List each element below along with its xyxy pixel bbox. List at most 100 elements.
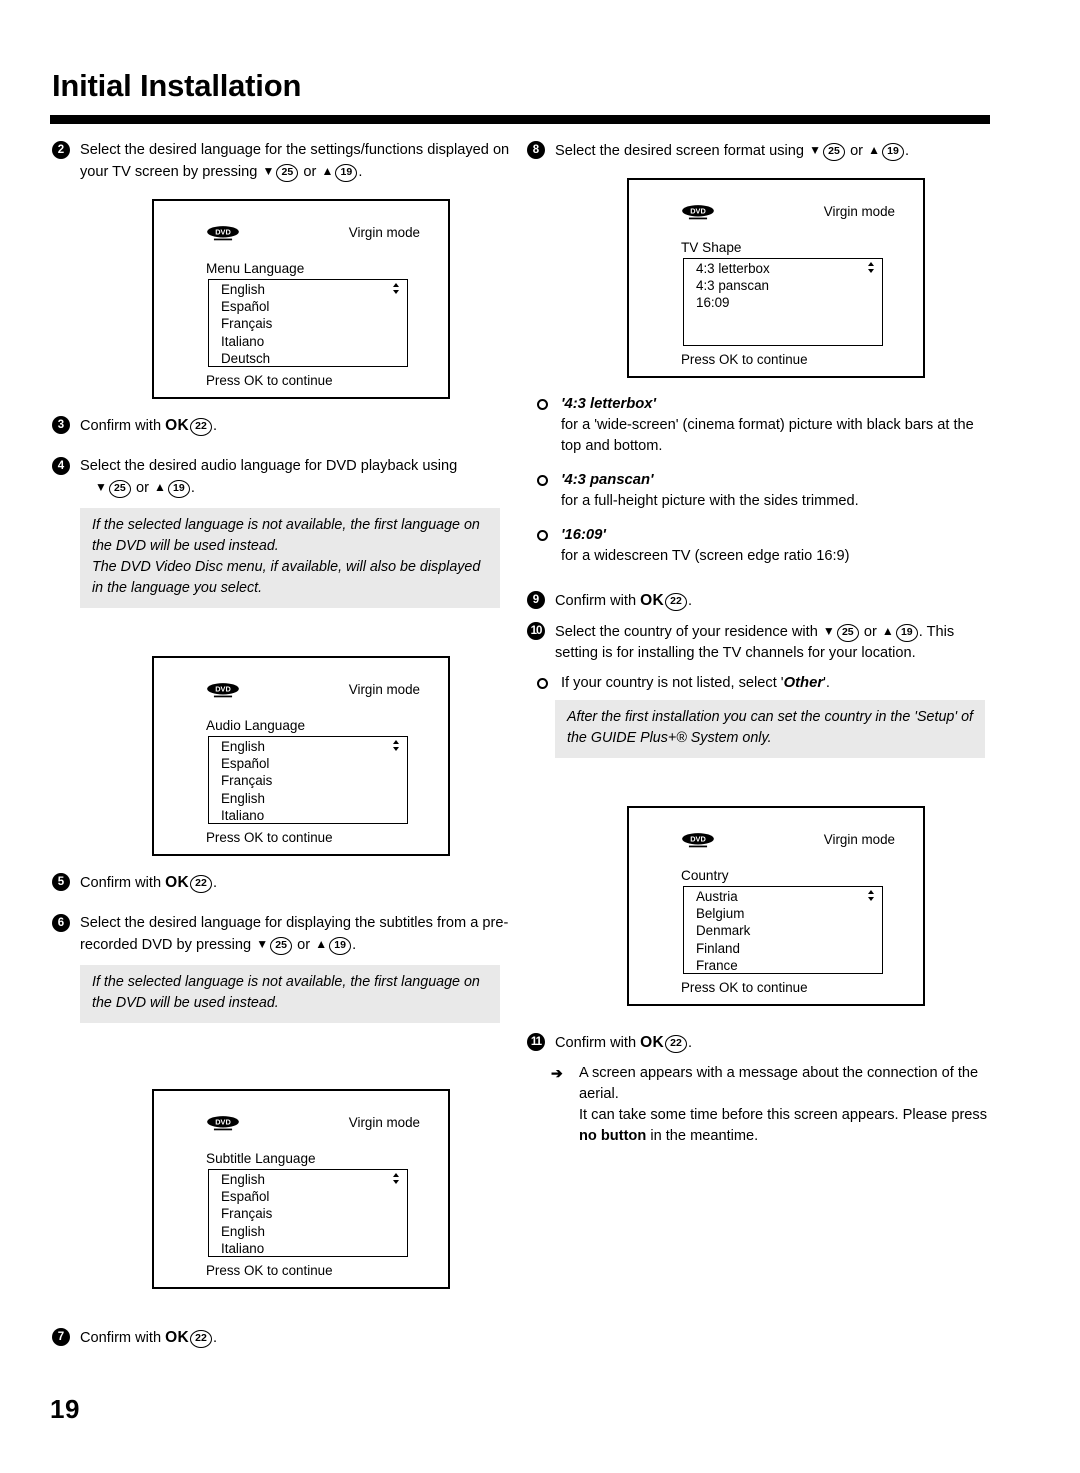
list-item[interactable]: Français	[209, 1205, 407, 1222]
list-item[interactable]: Italiano	[209, 807, 407, 824]
key-number-19: 19	[335, 164, 358, 182]
arrow-up-icon: ▲	[868, 143, 880, 157]
arrow-up-icon: ▲	[321, 164, 334, 178]
tv-option-list[interactable]: 4:3 letterbox 4:3 panscan 16:09	[683, 258, 883, 346]
scroll-indicator-icon[interactable]	[393, 740, 400, 754]
tv-setting-label: Menu Language	[206, 261, 305, 276]
left-column: 2 Select the desired language for the se…	[52, 140, 522, 1358]
list-item[interactable]: 4:3 letterbox	[684, 260, 882, 277]
step-8-text: Select the desired screen format using	[555, 143, 805, 159]
step-10-text: Select the country of your residence wit…	[555, 624, 818, 640]
sentence-period: .	[213, 875, 218, 891]
note-line: If the selected language is not availabl…	[92, 974, 480, 1011]
list-item[interactable]: Français	[209, 772, 407, 789]
key-number-22: 22	[665, 1035, 688, 1053]
step-number-badge: 3	[52, 416, 70, 434]
dvd-logo-icon: DVD	[206, 1115, 240, 1132]
list-item[interactable]: Austria	[684, 888, 882, 905]
title-rule	[50, 115, 990, 124]
tv-option-list[interactable]: Austria Belgium Denmark Finland France	[683, 886, 883, 974]
right-column: 8 Select the desired screen format using…	[527, 140, 997, 1147]
tv-mode-label: Virgin mode	[823, 832, 895, 847]
list-item[interactable]: Español	[209, 1188, 407, 1205]
list-item[interactable]: France	[684, 957, 882, 974]
tv-footer-text: Press OK to continue	[681, 352, 808, 367]
step-7-text: Confirm with	[80, 1330, 162, 1346]
note-line: After the first installation you can set…	[567, 709, 973, 746]
list-item[interactable]: English	[209, 1223, 407, 1240]
step-4: 4 Select the desired audio language for …	[52, 456, 522, 499]
dvd-logo-icon: DVD	[206, 225, 240, 242]
tv-setting-label: Country	[681, 868, 729, 883]
list-item[interactable]: English	[209, 790, 407, 807]
scroll-indicator-icon[interactable]	[393, 283, 400, 297]
tv-screen-header: DVD Virgin mode	[154, 225, 448, 245]
list-item[interactable]: Belgium	[684, 905, 882, 922]
step-number-badge: 6	[52, 914, 70, 932]
bullet-ring-icon	[537, 399, 548, 410]
list-item[interactable]: Italiano	[209, 333, 407, 350]
note-block-step-10: After the first installation you can set…	[555, 700, 985, 758]
tv-option-list[interactable]: English Español Français Italiano Deutsc…	[208, 279, 408, 367]
key-number-19: 19	[882, 143, 904, 161]
arrow-down-icon: ▼	[809, 143, 821, 157]
list-item[interactable]: Finland	[684, 940, 882, 957]
country-other-bullet: If your country is not listed, select 'O…	[527, 673, 997, 694]
sentence-period: .	[905, 143, 910, 159]
arrow-down-icon: ▼	[95, 480, 107, 494]
step-11-text: Confirm with	[555, 1035, 637, 1051]
step-number-badge: 2	[52, 141, 70, 159]
scroll-indicator-icon[interactable]	[393, 1173, 400, 1187]
tv-option-list[interactable]: English Español Français English Italian…	[208, 736, 408, 824]
ok-key-label: OK	[640, 1034, 665, 1051]
tv-option-list[interactable]: English Español Français English Italian…	[208, 1169, 408, 1257]
svg-text:DVD: DVD	[690, 835, 706, 844]
format-bullet-panscan: '4:3 panscan' for a full-height picture …	[527, 470, 997, 512]
scroll-indicator-icon[interactable]	[868, 262, 875, 276]
key-number-25: 25	[270, 937, 293, 955]
step-5: 5 Confirm with OK 22.	[52, 872, 522, 894]
tv-footer-text: Press OK to continue	[206, 1263, 333, 1278]
key-number-19: 19	[329, 937, 352, 955]
list-item[interactable]: 16:09	[684, 294, 882, 311]
ok-key-label: OK	[165, 417, 190, 434]
key-number-22: 22	[665, 593, 688, 611]
step-number-badge: 8	[527, 141, 545, 159]
list-item[interactable]: Español	[209, 755, 407, 772]
list-item[interactable]: English	[209, 738, 407, 755]
sentence-period: .	[688, 593, 693, 609]
svg-text:DVD: DVD	[215, 685, 231, 694]
step-8: 8 Select the desired screen format using…	[527, 140, 997, 162]
step-5-text: Confirm with	[80, 875, 162, 891]
arrow-up-icon: ▲	[881, 624, 894, 638]
step-4-text: Select the desired audio language for DV…	[80, 458, 458, 474]
list-item[interactable]: Deutsch	[209, 350, 407, 367]
list-item[interactable]: 4:3 panscan	[684, 277, 882, 294]
list-item[interactable]: Français	[209, 315, 407, 332]
bullet-title: '16:09'	[561, 527, 606, 543]
result-line-1: A screen appears with a message about th…	[579, 1065, 979, 1102]
list-item[interactable]: Español	[209, 298, 407, 315]
bullet-description: for a widescreen TV (screen edge ratio 1…	[561, 548, 850, 564]
sentence-period: .	[358, 164, 363, 180]
bullet-title: '4:3 panscan'	[561, 472, 654, 488]
tv-screen-header: DVD Virgin mode	[629, 204, 923, 224]
page-title: Initial Installation	[52, 68, 302, 103]
list-item[interactable]: English	[209, 281, 407, 298]
bullet-ring-icon	[537, 475, 548, 486]
tv-screen-tv-shape: DVD Virgin mode TV Shape 4:3 letterbox 4…	[627, 178, 925, 378]
step-number-badge: 10	[527, 622, 545, 640]
list-item[interactable]: Denmark	[684, 922, 882, 939]
sentence-period: .	[352, 937, 357, 953]
list-item[interactable]: Italiano	[209, 1240, 407, 1257]
scroll-indicator-icon[interactable]	[868, 890, 875, 904]
note-line: If the selected language is not availabl…	[92, 517, 480, 554]
svg-text:DVD: DVD	[215, 228, 231, 237]
step-10: 10 Select the country of your residence …	[527, 621, 997, 664]
list-item[interactable]: English	[209, 1171, 407, 1188]
ok-key-label: OK	[165, 1329, 190, 1346]
step-11: 11 Confirm with OK 22.	[527, 1032, 997, 1054]
step-3-text: Confirm with	[80, 418, 162, 434]
format-bullet-sixteen-nine: '16:09' for a widescreen TV (screen edge…	[527, 525, 997, 567]
key-number-25: 25	[108, 480, 131, 498]
